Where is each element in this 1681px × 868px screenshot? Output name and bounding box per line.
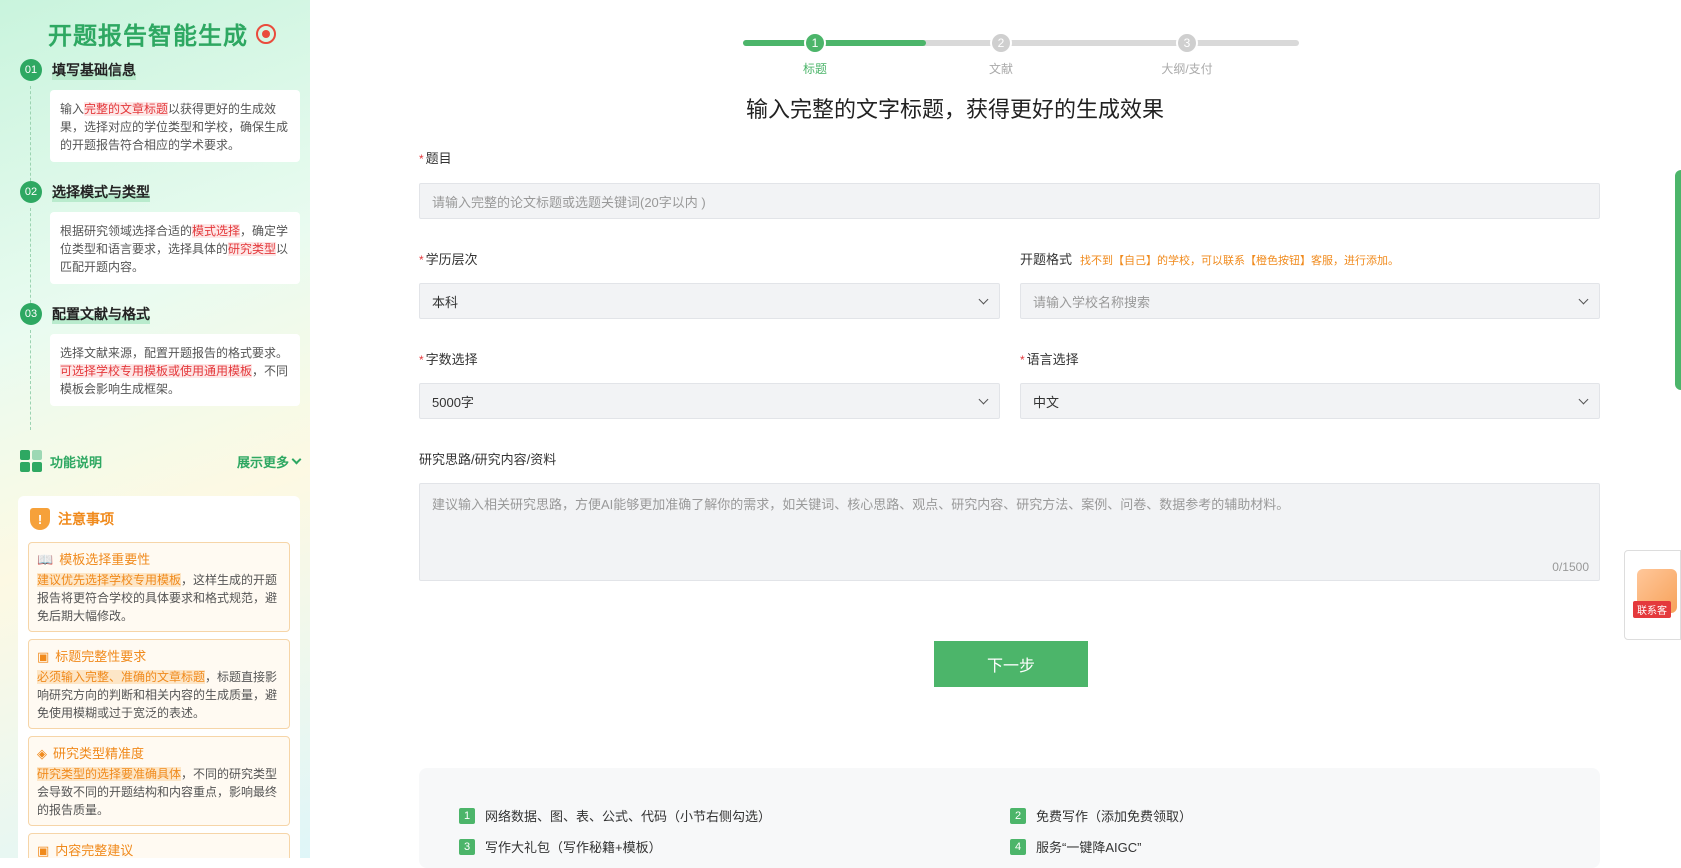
degree-select[interactable]: 本科 xyxy=(419,283,1000,319)
step-description: 选择文献来源，配置开题报告的格式要求。可选择学校专用模板或使用通用模板，不同模板… xyxy=(50,334,300,406)
step-number: 03 xyxy=(20,303,42,325)
play-icon[interactable] xyxy=(256,23,276,44)
progress-step-1[interactable]: 1 xyxy=(804,32,826,54)
step-label: 选择模式与类型 xyxy=(52,182,150,202)
step-description: 根据研究领域选择合适的模式选择，确定学位类型和语言要求，选择具体的研究类型以匹配… xyxy=(50,212,300,284)
show-more-button[interactable]: 展示更多 xyxy=(236,452,302,471)
document-icon: ▣ xyxy=(37,649,50,664)
step-connector xyxy=(30,330,31,430)
research-placeholder: 建议输入相关研究思路，方便AI能够更加准确了解你的需求，如关键词、核心思路、观点… xyxy=(432,497,1290,512)
progress-track xyxy=(743,40,1299,46)
format-label: 开题格式 找不到【自己】的学校，可以联系【橙色按钮】客服，进行添加。 xyxy=(1020,252,1400,267)
step-description: 输入完整的文章标题以获得更好的生成效果，选择对应的学位类型和学校，确保生成的开题… xyxy=(50,90,300,162)
contact-service-button[interactable]: 联系客 xyxy=(1624,550,1681,640)
language-label: * 语言选择 xyxy=(1020,352,1079,367)
step-label: 填写基础信息 xyxy=(52,60,136,80)
chevron-down-icon xyxy=(978,294,989,304)
step-label: 配置文献与格式 xyxy=(52,304,150,324)
sidebar: 开题报告智能生成 01 填写基础信息 输入完整的文章标题以获得更好的生成效果，选… xyxy=(0,0,310,858)
step-number: 02 xyxy=(20,181,42,203)
benefit-item: 3 写作大礼包（写作秘籍+模板） xyxy=(459,837,662,856)
words-label: * 字数选择 xyxy=(419,352,478,367)
topic-label: * 题目 xyxy=(419,151,452,166)
chevron-down-icon xyxy=(1578,294,1589,304)
format-hint: 找不到【自己】的学校，可以联系【橙色按钮】客服，进行添加。 xyxy=(1080,255,1400,267)
words-value: 5000字 xyxy=(432,394,474,410)
school-placeholder: 请输入学校名称搜索 xyxy=(1033,294,1151,310)
document-icon: ▣ xyxy=(37,843,50,858)
progress-fill xyxy=(743,40,927,46)
graduation-cap-icon: ◈ xyxy=(37,746,47,761)
step-connector xyxy=(30,208,31,308)
progress-label-2: 文献 xyxy=(988,62,1013,76)
benefit-item: 4 服务“一键降AIGC” xyxy=(1010,837,1141,856)
apps-grid-icon xyxy=(20,450,42,472)
language-select[interactable]: 中文 xyxy=(1020,383,1600,419)
research-label: 研究思路/研究内容/资料 xyxy=(419,452,557,467)
degree-label: * 学历层次 xyxy=(419,252,478,267)
chevron-down-icon xyxy=(978,394,989,404)
benefit-item: 2 免费写作（添加免费领取） xyxy=(1010,806,1192,825)
feature-row: 功能说明 展示更多 xyxy=(20,450,302,472)
language-value: 中文 xyxy=(1033,394,1060,410)
sidebar-title: 开题报告智能生成 xyxy=(48,16,276,51)
notice-card: ◈ 研究类型精准度 研究类型的选择要准确具体，不同的研究类型会导致不同的开题结构和… xyxy=(28,736,290,826)
char-counter: 0/1500 xyxy=(1552,560,1589,574)
research-textarea[interactable]: 建议输入相关研究思路，方便AI能够更加准确了解你的需求，如关键词、核心思路、观点… xyxy=(419,483,1600,581)
progress-label-1: 标题 xyxy=(802,62,827,76)
guide-step-1: 01 填写基础信息 输入完整的文章标题以获得更好的生成效果，选择对应的学位类型和… xyxy=(20,58,300,186)
step-number: 01 xyxy=(20,59,42,81)
notice-panel: ! 注意事项 📖 模板选择重要性 建议优先选择学校专用模板，这样生成的开题报告将更… xyxy=(18,496,300,858)
sidebar-title-text: 开题报告智能生成 xyxy=(48,23,248,50)
school-search-select[interactable]: 请输入学校名称搜索 xyxy=(1020,283,1600,319)
chevron-down-icon xyxy=(1578,394,1589,404)
progress-stepper: 1 2 3 标题 文献 大纲/支付 xyxy=(733,32,1299,76)
page-heading: 输入完整的文字标题，获得更好的生成效果 xyxy=(745,97,1164,122)
progress-label-3: 大纲/支付 xyxy=(1161,62,1213,76)
main-content: 1 2 3 标题 文献 大纲/支付 输入完整的文字标题，获得更好的生成效果 * 题… xyxy=(310,0,1681,868)
degree-value: 本科 xyxy=(432,294,459,310)
words-select[interactable]: 5000字 xyxy=(419,383,1000,419)
book-icon: 📖 xyxy=(37,552,54,567)
show-more-label: 展示更多 xyxy=(236,454,289,470)
step-connector xyxy=(30,86,31,186)
notice-card: 📖 模板选择重要性 建议优先选择学校专用模板，这样生成的开题报告将更符合学校的具体… xyxy=(28,542,290,632)
contact-label: 联系客 xyxy=(1633,601,1671,618)
next-step-button[interactable]: 下一步 xyxy=(934,641,1088,687)
chevron-down-icon xyxy=(291,454,302,464)
feature-label: 功能说明 xyxy=(50,454,103,470)
side-scroll-handle[interactable] xyxy=(1675,170,1681,390)
benefit-item: 1 网络数据、图、表、公式、代码（小节右侧勾选） xyxy=(459,806,771,825)
notice-title: 注意事项 xyxy=(58,511,114,527)
topic-placeholder: 请输入完整的论文标题或选题关键词(20字以内 ) xyxy=(432,194,706,210)
notice-card: ▣ 内容完整建议 xyxy=(28,833,290,858)
shield-icon: ! xyxy=(30,508,50,530)
guide-step-3: 03 配置文献与格式 选择文献来源，配置开题报告的格式要求。可选择学校专用模板或… xyxy=(20,302,300,430)
progress-step-2[interactable]: 2 xyxy=(990,32,1012,54)
guide-step-2: 02 选择模式与类型 根据研究领域选择合适的模式选择，确定学位类型和语言要求，选… xyxy=(20,180,300,308)
topic-input[interactable]: 请输入完整的论文标题或选题关键词(20字以内 ) xyxy=(419,183,1600,219)
benefits-panel: 1 网络数据、图、表、公式、代码（小节右侧勾选） 2 免费写作（添加免费领取） 3写… xyxy=(419,768,1600,868)
notice-card: ▣ 标题完整性要求 必须输入完整、准确的文章标题，标题直接影响研究方向的判断和相关… xyxy=(28,639,290,729)
progress-step-3[interactable]: 3 xyxy=(1176,32,1198,54)
